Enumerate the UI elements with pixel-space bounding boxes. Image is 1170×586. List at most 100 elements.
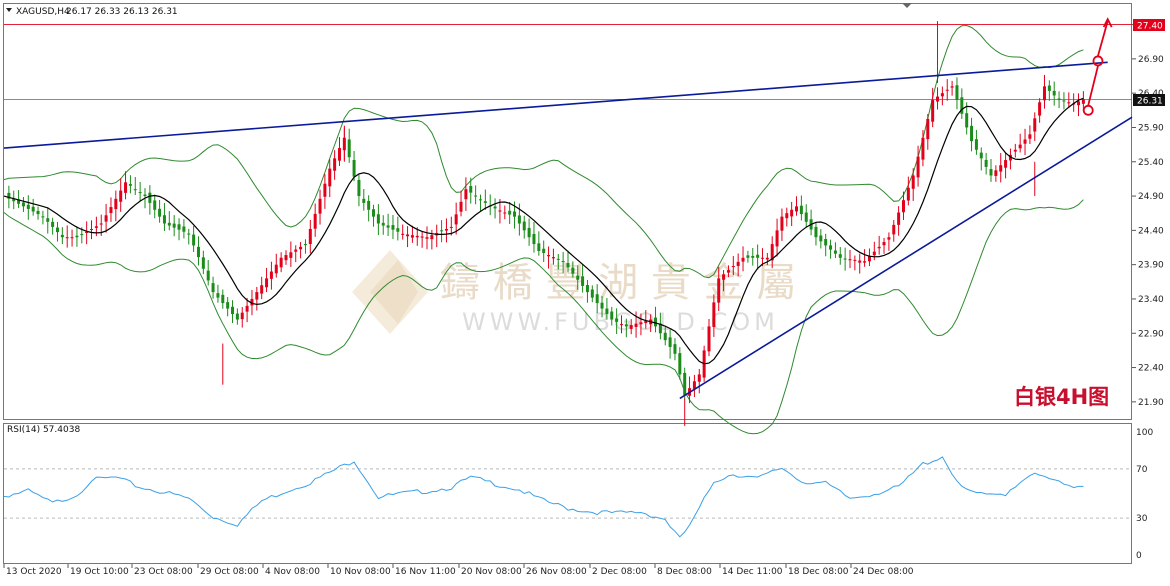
candle-body bbox=[940, 93, 944, 97]
candle-body bbox=[333, 158, 337, 171]
time-tick-label: 18 Dec 08:00 bbox=[788, 567, 849, 577]
candle-body bbox=[318, 198, 322, 214]
candle-body bbox=[916, 156, 920, 178]
candle-body bbox=[527, 227, 531, 238]
time-tick-label: 16 Nov 11:00 bbox=[395, 567, 456, 577]
candle-body bbox=[756, 254, 760, 258]
silver-4h-chart: 鑄 橋 豐 湖 貴 金 屬 WWW.FUBGOLD.COM 26.9026.40… bbox=[0, 0, 1170, 582]
time-tick-label: 13 Oct 2020 bbox=[6, 567, 62, 577]
candle-body bbox=[775, 230, 779, 247]
candle-body bbox=[634, 323, 638, 327]
candle-body bbox=[372, 209, 376, 217]
candle-body bbox=[124, 182, 128, 193]
candle-body bbox=[362, 198, 366, 203]
candle-body bbox=[1062, 100, 1066, 102]
candle-body bbox=[255, 292, 259, 300]
candle-body bbox=[1033, 118, 1037, 132]
ohlc-header: 26.17 26.33 26.13 26.31 bbox=[66, 7, 178, 17]
candle-body bbox=[274, 264, 278, 274]
candle-body bbox=[396, 228, 400, 232]
candle-body bbox=[624, 324, 628, 327]
rsi-line bbox=[3, 456, 1084, 538]
candle-body bbox=[31, 206, 35, 212]
candle-body bbox=[391, 225, 395, 230]
candle-body bbox=[513, 211, 517, 217]
candle-body bbox=[760, 257, 764, 259]
candle-body bbox=[60, 234, 64, 238]
candle-body bbox=[999, 165, 1003, 172]
candle-body bbox=[639, 322, 643, 325]
symbol-header: XAGUSD,H4 bbox=[16, 7, 70, 17]
candle-body bbox=[970, 125, 974, 142]
candle-body bbox=[1042, 86, 1046, 101]
candle-body bbox=[542, 248, 546, 253]
candle-body bbox=[406, 234, 410, 237]
candle-body bbox=[440, 230, 444, 232]
candle-body bbox=[697, 374, 701, 382]
candle-body bbox=[989, 169, 993, 176]
time-tick-label: 8 Dec 08:00 bbox=[657, 567, 712, 577]
time-tick-label: 26 Nov 08:00 bbox=[526, 567, 587, 577]
candle-body bbox=[795, 206, 799, 212]
time-tick-label: 2 Dec 08:00 bbox=[592, 567, 647, 577]
candle-body bbox=[532, 233, 536, 245]
candle-body bbox=[313, 213, 317, 229]
candle-body bbox=[226, 302, 230, 309]
candle-body bbox=[386, 225, 390, 228]
candle-body bbox=[265, 278, 269, 288]
candle-body bbox=[819, 235, 823, 242]
candle-body bbox=[901, 200, 905, 213]
candle-body bbox=[65, 237, 69, 239]
candle-body bbox=[367, 200, 371, 210]
watermark-logo bbox=[352, 250, 428, 334]
candle-body bbox=[595, 294, 599, 304]
candle-body bbox=[814, 226, 818, 238]
scroll-marker-icon[interactable] bbox=[902, 3, 912, 8]
time-tick-label: 14 Dec 11:00 bbox=[722, 567, 783, 577]
candle-body bbox=[829, 245, 833, 250]
projection-start-marker bbox=[1082, 104, 1094, 116]
price-tick-label: 25.40 bbox=[1138, 158, 1164, 168]
watermark-url: WWW.FUBGOLD.COM bbox=[462, 308, 779, 336]
candle-body bbox=[177, 224, 181, 230]
candle-body bbox=[887, 237, 891, 240]
candle-body bbox=[911, 175, 915, 189]
candle-body bbox=[517, 215, 521, 224]
candle-body bbox=[410, 235, 414, 238]
candle-body bbox=[824, 239, 828, 246]
candle-body bbox=[1067, 102, 1071, 104]
candle-body bbox=[537, 243, 541, 251]
candle-body bbox=[858, 260, 862, 263]
candle-body bbox=[838, 254, 842, 258]
candle-body bbox=[80, 234, 84, 236]
resistance-price-label: 27.40 bbox=[1137, 22, 1163, 32]
candle-body bbox=[731, 266, 735, 268]
candle-body bbox=[260, 285, 264, 294]
candle-body bbox=[128, 184, 132, 186]
candle-body bbox=[741, 257, 745, 262]
candle-body bbox=[119, 190, 123, 202]
rsi-tick-label: 30 bbox=[1136, 514, 1148, 524]
candle-body bbox=[454, 214, 458, 225]
candle-body bbox=[46, 218, 50, 222]
header-dropdown-icon[interactable] bbox=[6, 8, 12, 12]
candle-body bbox=[882, 242, 886, 246]
time-tick-label: 10 Nov 08:00 bbox=[330, 567, 391, 577]
candle-body bbox=[804, 212, 808, 222]
candle-body bbox=[843, 258, 847, 260]
candle-body bbox=[449, 226, 453, 228]
candle-body bbox=[109, 207, 113, 214]
candle-body bbox=[172, 223, 176, 228]
candle-body bbox=[474, 195, 478, 197]
projection-mid-marker bbox=[1092, 55, 1104, 67]
candle-body bbox=[483, 201, 487, 203]
candle-body bbox=[945, 89, 949, 91]
candle-body bbox=[717, 278, 721, 303]
candle-body bbox=[722, 274, 726, 280]
price-tick-label: 26.90 bbox=[1138, 55, 1164, 65]
candle-body bbox=[55, 227, 59, 233]
candle-body bbox=[561, 261, 565, 263]
candle-body bbox=[833, 250, 837, 254]
main-plot-frame bbox=[3, 3, 1132, 420]
candle-body bbox=[284, 255, 288, 261]
